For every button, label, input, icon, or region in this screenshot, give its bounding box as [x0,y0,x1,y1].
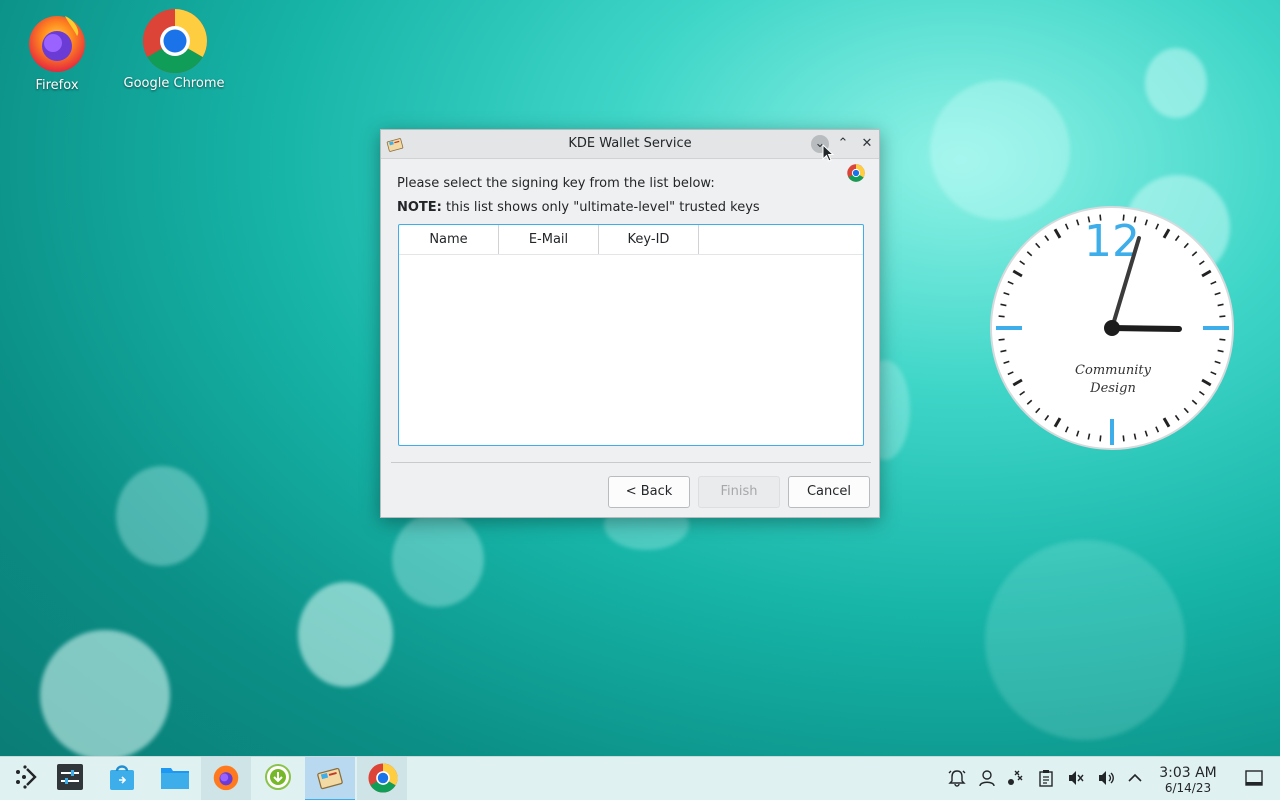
clock-hour-hand [1109,325,1182,332]
clock-brand-line2: Design [1089,381,1136,396]
column-header-email[interactable]: E-Mail [499,225,599,254]
network-icon[interactable] [1006,768,1026,788]
volume-icon[interactable] [1096,768,1116,788]
download-icon [265,764,291,790]
dialog-message: Please select the signing key from the l… [397,176,715,191]
wallpaper-bokeh [116,466,208,566]
taskbar-discover[interactable] [97,757,147,800]
clock-marker-9 [996,326,1022,330]
notifications-icon[interactable] [947,768,967,788]
signing-key-list[interactable]: Name E-Mail Key-ID [398,224,864,446]
clock-tick [1122,435,1125,442]
list-header: Name E-Mail Key-ID [399,225,863,255]
dialog-title: KDE Wallet Service [568,136,692,151]
show-desktop-icon[interactable] [1244,768,1264,788]
desktop-icon-label: Google Chrome [123,76,225,91]
back-button[interactable]: < Back [608,476,690,508]
digital-clock[interactable]: 3:03 AM 6/14/23 [1150,765,1226,795]
wallpaper-bokeh [985,540,1185,740]
column-header-key-id[interactable]: Key-ID [599,225,699,254]
taskbar-system-settings[interactable] [45,757,95,800]
system-settings-icon [57,764,83,790]
expand-tray-icon[interactable] [1125,768,1145,788]
clock-marker-3 [1203,326,1229,330]
clock-tick [1219,315,1226,318]
desktop-icon-label: Firefox [35,78,79,93]
desktop-icon-chrome[interactable]: Google Chrome [119,8,229,91]
wallpaper-bokeh [40,630,170,760]
dialog-separator [391,462,871,463]
finish-button[interactable]: Finish [698,476,780,508]
column-header-name[interactable]: Name [399,225,499,254]
taskbar-chrome[interactable] [357,757,407,800]
app-launcher-button[interactable] [0,757,50,800]
kde-wallet-dialog: KDE Wallet Service ⌄ ⌃ ✕ Please select t… [380,129,880,518]
user-icon[interactable] [977,768,997,788]
firefox-icon [25,10,89,74]
note-label: NOTE: [397,200,442,215]
clock-center-pin [1104,320,1120,336]
taskbar-kwallet[interactable] [305,757,355,800]
clock-tick [998,338,1005,341]
mouse-cursor-icon [822,143,836,162]
kwallet-icon [317,767,343,790]
cancel-button[interactable]: Cancel [788,476,870,508]
close-icon: ✕ [861,136,873,151]
clock-tick [1099,435,1102,442]
analog-clock-widget[interactable]: 12 Community Design [990,206,1235,451]
clipboard-icon[interactable] [1036,768,1056,788]
wallpaper-bokeh [930,80,1070,220]
taskbar-firefox[interactable] [201,757,251,800]
desktop-icon-firefox[interactable]: Firefox [2,10,112,93]
chrome-icon [142,8,207,73]
dialog-note: NOTE: this list shows only "ultimate-lev… [397,200,760,215]
dialog-titlebar[interactable]: KDE Wallet Service ⌄ ⌃ ✕ [381,130,879,162]
taskbar: 3:03 AM 6/14/23 [0,756,1280,800]
close-button[interactable]: ✕ [858,135,876,153]
clock-tick [998,315,1005,318]
discover-icon [110,765,134,790]
chrome-icon [847,164,865,182]
clock-tick [1219,338,1226,341]
note-text: this list shows only "ultimate-level" tr… [441,200,760,215]
mute-icon[interactable] [1066,768,1086,788]
taskbar-downloader[interactable] [253,757,303,800]
clock-time: 3:03 AM [1159,765,1217,781]
wallpaper-bokeh [392,512,484,607]
wallpaper-bokeh [298,582,393,687]
wallpaper-bokeh [1145,48,1207,118]
clock-brand-line1: Community [1075,363,1152,378]
firefox-icon [213,765,239,791]
clock-date: 6/14/23 [1164,781,1212,795]
chrome-icon [368,763,398,793]
app-launcher-icon [16,765,37,789]
file-manager-icon [161,768,189,789]
taskbar-file-manager[interactable] [149,757,199,800]
clock-marker-6 [1110,419,1114,445]
maximize-icon: ⌃ [837,136,849,151]
maximize-button[interactable]: ⌃ [834,135,852,153]
